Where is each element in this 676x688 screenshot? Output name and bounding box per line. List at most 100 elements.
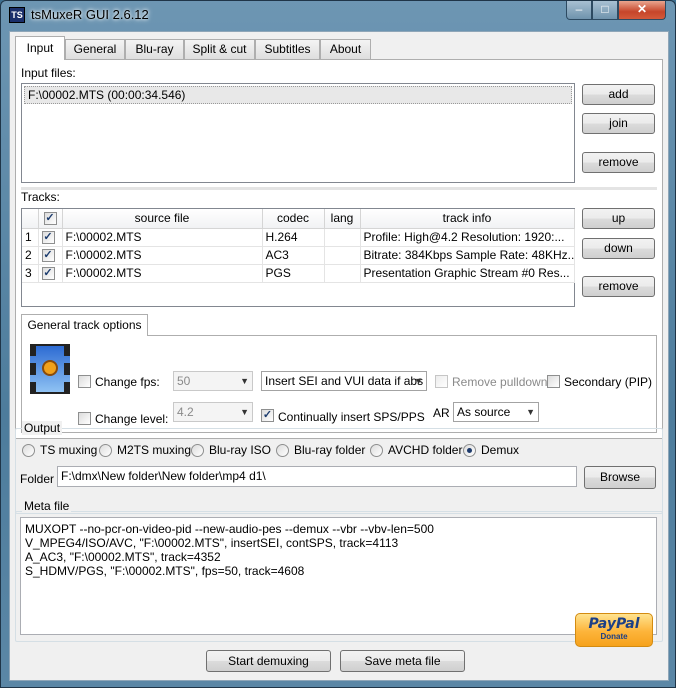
sei-select[interactable]: Insert SEI and VUI data if abs ▼ [261,371,427,391]
tab-about[interactable]: About [320,39,371,59]
track-lang[interactable] [324,264,361,283]
table-row[interactable]: 2 F:\00002.MTS AC3 Bitrate: 384Kbps Samp… [22,246,575,265]
row-number: 3 [22,264,39,283]
tab-blu-ray[interactable]: Blu-ray [125,39,184,59]
tab-split-cut[interactable]: Split & cut [184,39,255,59]
track-lang[interactable] [324,228,361,247]
tab-subtitles[interactable]: Subtitles [255,39,320,59]
track-enable-cell[interactable] [38,264,63,283]
tab-input[interactable]: Input [15,36,65,60]
input-files-list[interactable]: F:\00002.MTS (00:00:34.546) [21,83,575,183]
ar-select[interactable]: As source ▼ [453,402,539,422]
track-codec: AC3 [262,246,325,265]
folder-input[interactable]: F:\dmx\New folder\New folder\mp4 d1\ [57,466,577,487]
maximize-button[interactable]: □ [592,1,618,20]
continually-sps-label: Continually insert SPS/PPS [278,410,425,424]
secondary-pip-checkbox[interactable] [547,375,560,388]
radio-blu-ray-folder[interactable] [276,444,289,457]
chevron-down-icon: ▼ [526,407,535,417]
output-label: Output [22,421,63,435]
list-item[interactable]: F:\00002.MTS (00:00:34.546) [24,86,572,104]
track-codec: H.264 [262,228,325,247]
client-area: Input General Blu-ray Split & cut Subtit… [9,31,669,681]
tracks-table[interactable]: source file codec lang track info 1 F:\0… [21,208,575,307]
track-enable-cell[interactable] [38,246,63,265]
ar-value: As source [457,405,511,419]
input-files-label: Input files: [21,66,76,80]
meta-file-textarea[interactable]: MUXOPT --no-pcr-on-video-pid --new-audio… [20,517,657,635]
radio-blu-ray-iso[interactable] [191,444,204,457]
track-codec: PGS [262,264,325,283]
meta-line: MUXOPT --no-pcr-on-video-pid --new-audio… [25,522,434,536]
change-fps-label: Change fps: [95,375,160,389]
close-button[interactable]: ✕ [618,1,666,20]
secondary-pip-label: Secondary (PIP) [564,375,653,389]
radio-ts-muxing[interactable] [22,444,35,457]
check-all-header[interactable] [38,209,63,229]
radio-m2ts-muxing[interactable] [99,444,112,457]
col-lang[interactable]: lang [324,209,361,229]
col-codec[interactable]: codec [262,209,325,229]
track-info: Profile: High@4.2 Resolution: 1920:... [360,228,575,247]
table-row[interactable]: 1 F:\00002.MTS H.264 Profile: High@4.2 R… [22,228,575,247]
tab-general-track-options[interactable]: General track options [21,314,148,336]
check-all-checkbox[interactable] [43,211,57,225]
table-header: source file codec lang track info [22,209,575,229]
radio-demux[interactable] [463,444,476,457]
row-number-header [22,209,39,229]
film-reel-icon [42,360,58,376]
meta-line: S_HDMV/PGS, "F:\00002.MTS", fps=50, trac… [25,564,305,578]
col-track-info[interactable]: track info [360,209,575,229]
track-enable-checkbox[interactable] [41,266,55,280]
track-enable-checkbox[interactable] [41,248,55,262]
splitter[interactable] [21,187,657,190]
change-level-checkbox[interactable] [78,412,91,425]
meta-line: V_MPEG4/ISO/AVC, "F:\00002.MTS", insertS… [25,536,399,550]
app-icon: TS [9,7,25,23]
radio-avchd-folder[interactable] [370,444,383,457]
track-enable-cell[interactable] [38,228,63,247]
row-number: 2 [22,246,39,265]
remove-track-button[interactable]: remove [582,276,655,297]
tab-general[interactable]: General [65,39,125,59]
app-window: TS tsMuxeR GUI 2.6.12 – □ ✕ Input Genera… [0,0,676,688]
ar-label: AR [433,406,450,420]
meta-line: A_AC3, "F:\00002.MTS", track=4352 [25,550,221,564]
track-lang[interactable] [324,246,361,265]
row-number: 1 [22,228,39,247]
chevron-down-icon: ▼ [240,407,249,417]
change-level-label: Change level: [95,412,169,426]
browse-button[interactable]: Browse [584,466,656,489]
tracks-label: Tracks: [21,190,60,204]
chevron-down-icon: ▼ [414,376,423,386]
save-meta-file-button[interactable]: Save meta file [340,650,465,672]
radio-demux-label: Demux [481,443,520,457]
remove-file-button[interactable]: remove [582,152,655,173]
track-down-button[interactable]: down [582,238,655,259]
minimize-button[interactable]: – [566,1,592,20]
start-demuxing-button[interactable]: Start demuxing [206,650,331,672]
track-up-button[interactable]: up [582,208,655,229]
track-source: F:\00002.MTS [62,246,263,265]
level-select[interactable]: 4.2 ▼ [173,402,253,422]
col-source-file[interactable]: source file [62,209,263,229]
tab-panel-input: Input files: F:\00002.MTS (00:00:34.546)… [15,59,663,439]
track-source: F:\00002.MTS [62,264,263,283]
add-button[interactable]: add [582,84,655,105]
paypal-donate-button[interactable]: PayPal Donate [575,613,653,647]
track-info: Presentation Graphic Stream #0 Res... [360,264,575,283]
fps-select[interactable]: 50 ▼ [173,371,253,391]
table-row[interactable]: 3 F:\00002.MTS PGS Presentation Graphic … [22,264,575,283]
remove-pulldown-checkbox[interactable] [435,375,448,388]
change-fps-checkbox[interactable] [78,375,91,388]
fps-value: 50 [177,374,191,388]
title-bar[interactable]: TS tsMuxeR GUI 2.6.12 – □ ✕ [1,1,676,31]
continually-sps-checkbox[interactable] [261,409,274,422]
chevron-down-icon: ▼ [240,376,249,386]
paypal-logo: PayPal [588,616,640,632]
track-enable-checkbox[interactable] [41,230,55,244]
track-source: F:\00002.MTS [62,228,263,247]
radio-avchd-folder-label: AVCHD folder [388,443,463,457]
join-button[interactable]: join [582,113,655,134]
meta-file-label: Meta file [22,499,72,513]
